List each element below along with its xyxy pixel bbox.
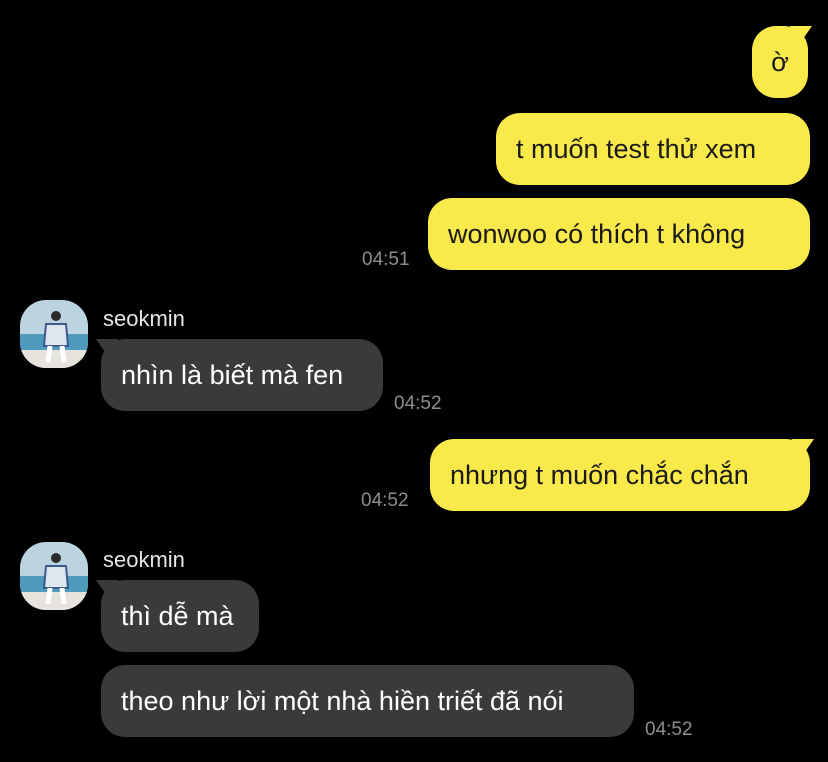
avatar-photo-icon: [20, 300, 88, 368]
message-text: nhìn là biết mà fen: [121, 360, 344, 390]
sender-name: seokmin: [103, 306, 185, 331]
incoming-message-bubble[interactable]: theo như lời một nhà hiền triết đã nói: [101, 665, 634, 737]
timestamp: 04:52: [361, 490, 409, 511]
contact-avatar[interactable]: [20, 300, 88, 368]
timestamp: 04:52: [394, 393, 442, 414]
message-text: t muốn test thử xem: [516, 134, 757, 164]
sender-name: seokmin: [103, 547, 185, 572]
message-text: thì dễ mà: [121, 601, 234, 631]
outgoing-message-bubble[interactable]: nhưng t muốn chắc chắn: [430, 439, 810, 511]
message-text: ờ: [771, 47, 789, 77]
message-text: theo như lời một nhà hiền triết đã nói: [121, 686, 564, 716]
avatar-photo-icon: [20, 542, 88, 610]
message-text: wonwoo có thích t không: [448, 219, 746, 249]
timestamp: 04:51: [362, 249, 410, 270]
incoming-message-bubble[interactable]: nhìn là biết mà fen: [101, 339, 383, 411]
outgoing-message-bubble[interactable]: t muốn test thử xem: [496, 113, 810, 185]
message-text: nhưng t muốn chắc chắn: [450, 460, 749, 490]
outgoing-message-bubble[interactable]: ờ: [752, 26, 808, 98]
incoming-message-bubble[interactable]: thì dễ mà: [101, 580, 259, 652]
outgoing-message-bubble[interactable]: wonwoo có thích t không: [428, 198, 810, 270]
timestamp: 04:52: [645, 719, 693, 740]
contact-avatar[interactable]: [20, 542, 88, 610]
